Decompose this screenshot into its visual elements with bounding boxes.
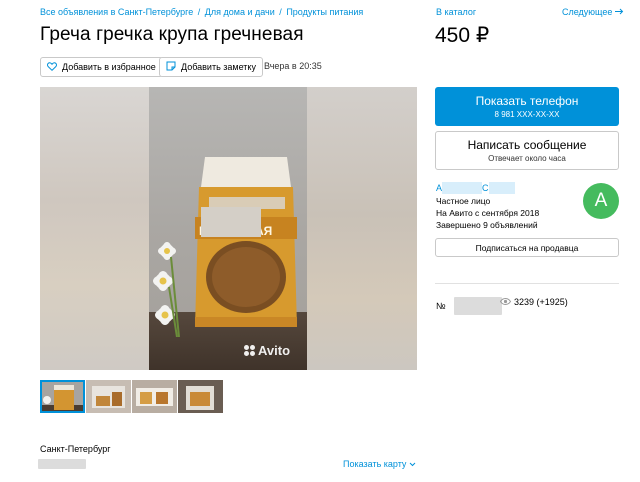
- show-map-label: Показать карту: [343, 459, 407, 469]
- next-ad-label: Следующее: [562, 7, 613, 17]
- main-photo[interactable]: ГРЕЧНЕВАЯ Avito: [149, 87, 307, 370]
- note-icon: [166, 61, 176, 73]
- price: 450 ₽: [435, 24, 490, 47]
- avito-logo-icon: [244, 345, 255, 356]
- views-counter: 3239 (+1925): [499, 297, 568, 307]
- location-city: Санкт-Петербург: [40, 444, 111, 454]
- phone-number-masked: 8 981 XXX-XX-XX: [494, 110, 560, 119]
- publish-date: Вчера в 20:35: [264, 61, 322, 71]
- show-phone-button[interactable]: Показать телефон 8 981 XXX-XX-XX: [435, 87, 619, 126]
- thumbnail-3[interactable]: [132, 380, 177, 413]
- breadcrumb-separator: /: [197, 7, 201, 17]
- show-phone-label: Показать телефон: [475, 94, 579, 108]
- seller-since: На Авито с сентября 2018: [436, 208, 540, 218]
- views-count: 3239 (+1925): [514, 297, 568, 307]
- avito-watermark-text: Avito: [258, 343, 291, 358]
- page-title: Греча гречка крупа гречневая: [40, 24, 304, 45]
- thumbnail-4[interactable]: [178, 380, 223, 413]
- send-message-button[interactable]: Написать сообщение Отвечает около часа: [435, 131, 619, 170]
- thumbnail-strip: [40, 380, 223, 413]
- add-to-favorites-button[interactable]: Добавить в избранное: [40, 57, 163, 77]
- thumbnail-1[interactable]: [40, 380, 85, 413]
- chevron-down-icon: [409, 459, 416, 469]
- buckwheat-package-image: ГРЕЧНЕВАЯ: [195, 157, 297, 327]
- seller-type: Частное лицо: [436, 196, 491, 206]
- show-map-link[interactable]: Показать карту: [343, 459, 416, 469]
- eye-icon: [499, 297, 512, 307]
- seller-name-link[interactable]: А С: [436, 182, 515, 194]
- response-time: Отвечает около часа: [488, 154, 566, 163]
- hidden-address: [38, 459, 86, 469]
- add-note-button[interactable]: Добавить заметку: [159, 57, 263, 77]
- send-message-label: Написать сообщение: [467, 138, 587, 152]
- avatar[interactable]: А: [583, 183, 619, 219]
- arrow-right-icon: [614, 7, 624, 17]
- subscribe-seller-button[interactable]: Подписаться на продавца: [435, 238, 619, 257]
- gallery-blur-right: [307, 87, 417, 370]
- ad-number-hidden: [453, 297, 502, 315]
- breadcrumb-item-food[interactable]: Продукты питания: [286, 7, 363, 17]
- seller-surname-hidden: [488, 182, 515, 194]
- thumbnail-2[interactable]: [86, 380, 131, 413]
- ad-number: №: [436, 297, 502, 315]
- add-note-label: Добавить заметку: [181, 62, 256, 72]
- ad-number-prefix: №: [436, 301, 446, 311]
- photo-gallery[interactable]: ГРЕЧНЕВАЯ Avito: [40, 87, 417, 370]
- avito-watermark: Avito: [244, 343, 290, 358]
- breadcrumb-item-all-ads[interactable]: Все объявления в Санкт-Петербурге: [40, 7, 193, 17]
- breadcrumb-separator: /: [279, 7, 282, 17]
- breadcrumb-item-home-garden[interactable]: Для дома и дачи: [205, 7, 275, 17]
- seller-name-hidden: [442, 182, 483, 194]
- divider: [435, 283, 619, 284]
- gallery-blur-left: [40, 87, 149, 370]
- add-to-favorites-label: Добавить в избранное: [62, 62, 156, 72]
- heart-icon: [47, 61, 57, 73]
- back-to-catalog-link[interactable]: В каталог: [436, 7, 476, 17]
- seller-completed-ads[interactable]: Завершено 9 объявлений: [436, 220, 538, 230]
- blurred-area: [201, 207, 261, 237]
- next-ad-link[interactable]: Следующее: [562, 7, 624, 17]
- breadcrumb: Все объявления в Санкт-Петербурге / Для …: [40, 7, 363, 17]
